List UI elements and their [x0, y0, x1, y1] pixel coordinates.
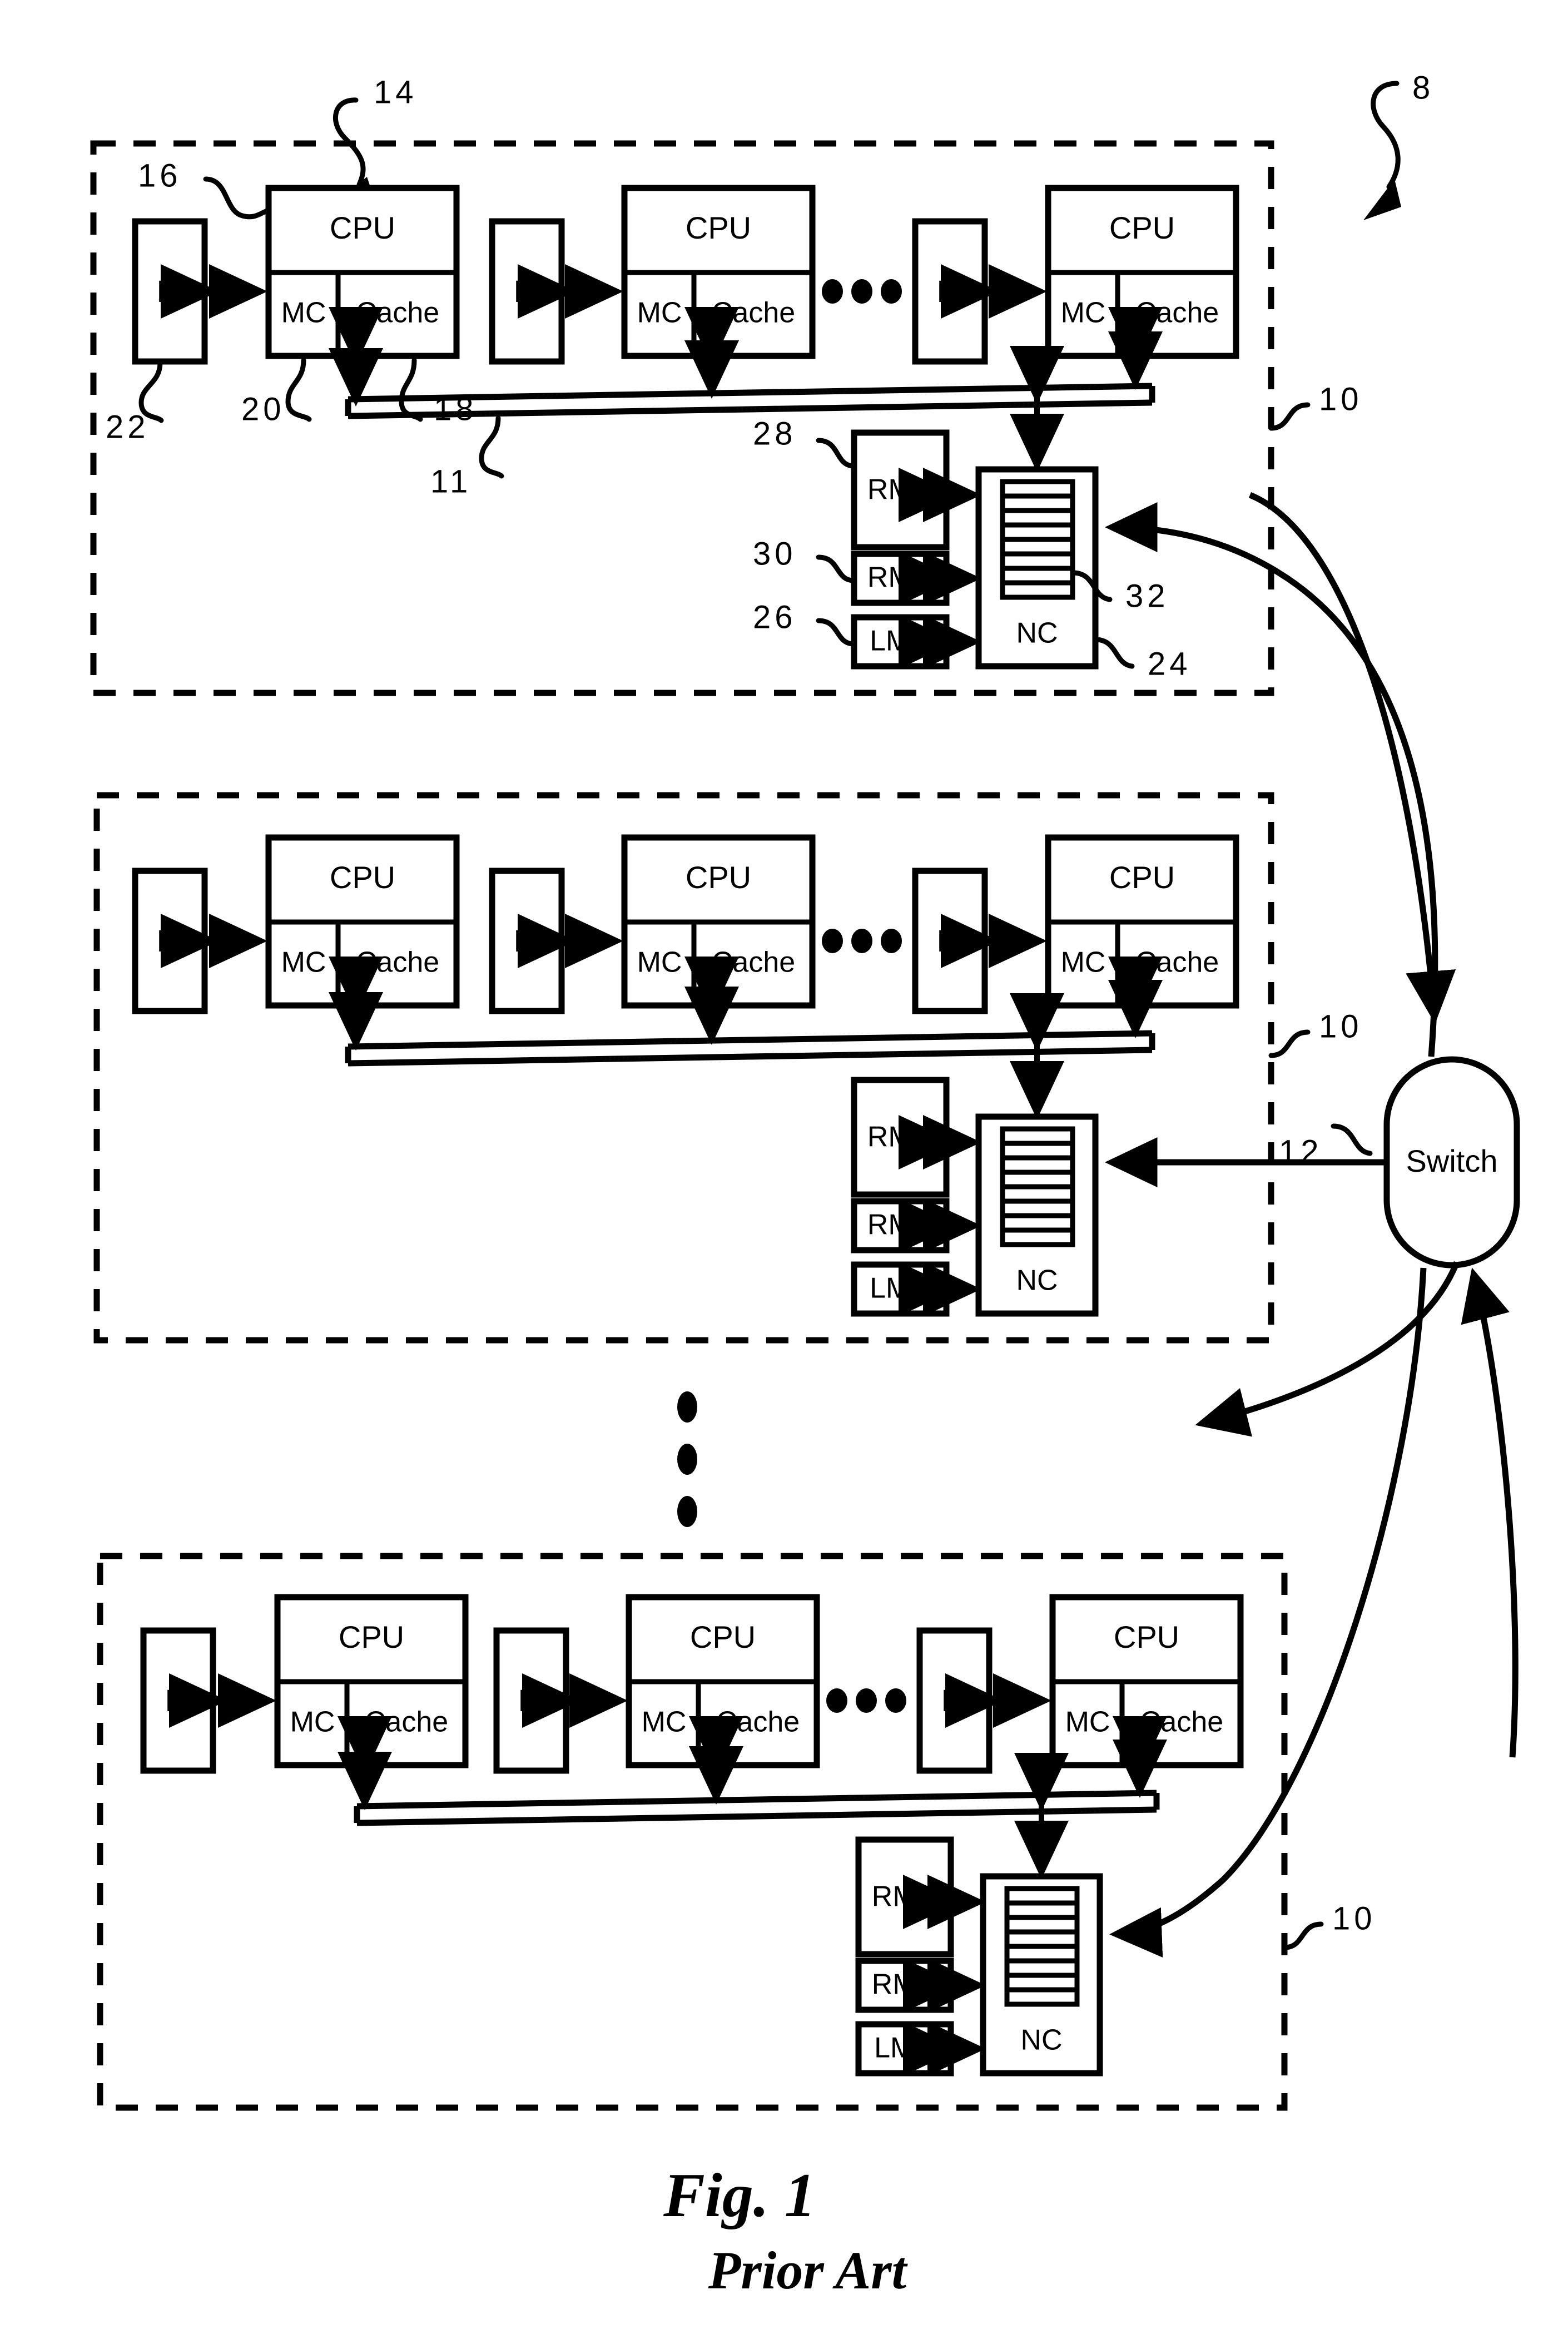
cache-label: Cache — [356, 947, 439, 979]
ref-num-30: 30 — [753, 536, 797, 572]
mc-label: MC — [290, 1706, 335, 1738]
memory-label: M — [937, 274, 963, 309]
cpu-label: CPU — [330, 210, 395, 245]
mc-label: MC — [642, 1706, 687, 1738]
cache-label: Cache — [1135, 947, 1219, 979]
mc-label: MC — [281, 297, 326, 329]
mc-label: MC — [281, 947, 326, 979]
ref-num-28: 28 — [753, 415, 797, 452]
figure-canvas: 8 10 14 16 M CPU MC Cache 22 20 18 M CPU… — [0, 0, 1568, 2334]
nc-label: NC — [1016, 617, 1058, 650]
nc-queue-icon — [1004, 1886, 1080, 2007]
rmc-label: RMC — [867, 474, 933, 506]
mc-label: MC — [1061, 947, 1106, 979]
node-2-horizontal-ellipsis — [822, 929, 902, 953]
cache-label: Cache — [356, 297, 439, 329]
mc-label: MC — [637, 297, 682, 329]
node-1-horizontal-ellipsis — [822, 279, 902, 304]
ref-num-16: 16 — [138, 157, 182, 194]
memory-label: M — [518, 1683, 544, 1718]
cache-label: Cache — [712, 297, 795, 329]
nc-label: NC — [1016, 1265, 1058, 1297]
rmd-label: RMD — [867, 1209, 933, 1241]
ref-num-26: 26 — [753, 599, 797, 635]
patent-figure-1: 8 10 14 16 M CPU MC Cache 22 20 18 M CPU… — [0, 0, 1568, 2334]
cpu-label: CPU — [690, 1619, 756, 1654]
cpu-label: CPU — [686, 210, 751, 245]
cpu-label: CPU — [686, 860, 751, 895]
nc-queue-icon — [1000, 1126, 1075, 1247]
nc-queue-icon — [1000, 479, 1075, 600]
memory-label: M — [941, 1683, 967, 1718]
cpu-label: CPU — [339, 1619, 404, 1654]
lmd-label: LMD — [874, 2032, 935, 2064]
ref-num-10-node1: 10 — [1319, 381, 1363, 417]
ref-num-32: 32 — [1125, 578, 1169, 614]
nc-label: NC — [1020, 2024, 1062, 2057]
cache-label: Cache — [712, 947, 795, 979]
mc-label: MC — [1061, 297, 1106, 329]
mc-label: MC — [637, 947, 682, 979]
ref-num-20: 20 — [241, 391, 285, 427]
switch-label: Switch — [1406, 1143, 1498, 1178]
lmd-label: LMD — [870, 625, 931, 657]
memory-label: M — [165, 1683, 191, 1718]
rmc-label: RMC — [872, 1881, 937, 1913]
rmc-label: RMC — [867, 1121, 933, 1153]
cpu-label: CPU — [1109, 210, 1175, 245]
ref-num-24: 24 — [1148, 646, 1192, 682]
ref-num-14: 14 — [374, 74, 418, 110]
cache-label: Cache — [365, 1706, 448, 1738]
memory-label: M — [937, 923, 963, 958]
figure-caption-line2: Prior Art — [708, 2241, 909, 2300]
ref-num-10-node3: 10 — [1332, 1900, 1376, 1936]
lmd-label: LMD — [870, 1272, 931, 1305]
rmd-label: RMD — [872, 1969, 937, 2001]
ref-num-10-node2: 10 — [1319, 1008, 1363, 1044]
cache-label: Cache — [1135, 297, 1219, 329]
memory-label: M — [157, 274, 183, 309]
rmd-label: RMD — [867, 562, 933, 594]
node-3-horizontal-ellipsis — [826, 1688, 906, 1713]
cpu-label: CPU — [330, 860, 395, 895]
cache-label: Cache — [1140, 1706, 1223, 1738]
figure-caption-line1: Fig. 1 — [663, 2161, 816, 2230]
cpu-label: CPU — [1114, 1619, 1179, 1654]
memory-label: M — [157, 923, 183, 958]
mc-label: MC — [1065, 1706, 1110, 1738]
memory-label: M — [514, 274, 540, 309]
ref-num-8: 8 — [1412, 70, 1434, 106]
memory-label: M — [514, 923, 540, 958]
vertical-ellipsis — [677, 1391, 697, 1527]
ref-num-22: 22 — [106, 409, 150, 445]
ref-num-11: 11 — [430, 463, 472, 499]
cpu-label: CPU — [1109, 860, 1175, 895]
cache-label: Cache — [716, 1706, 800, 1738]
